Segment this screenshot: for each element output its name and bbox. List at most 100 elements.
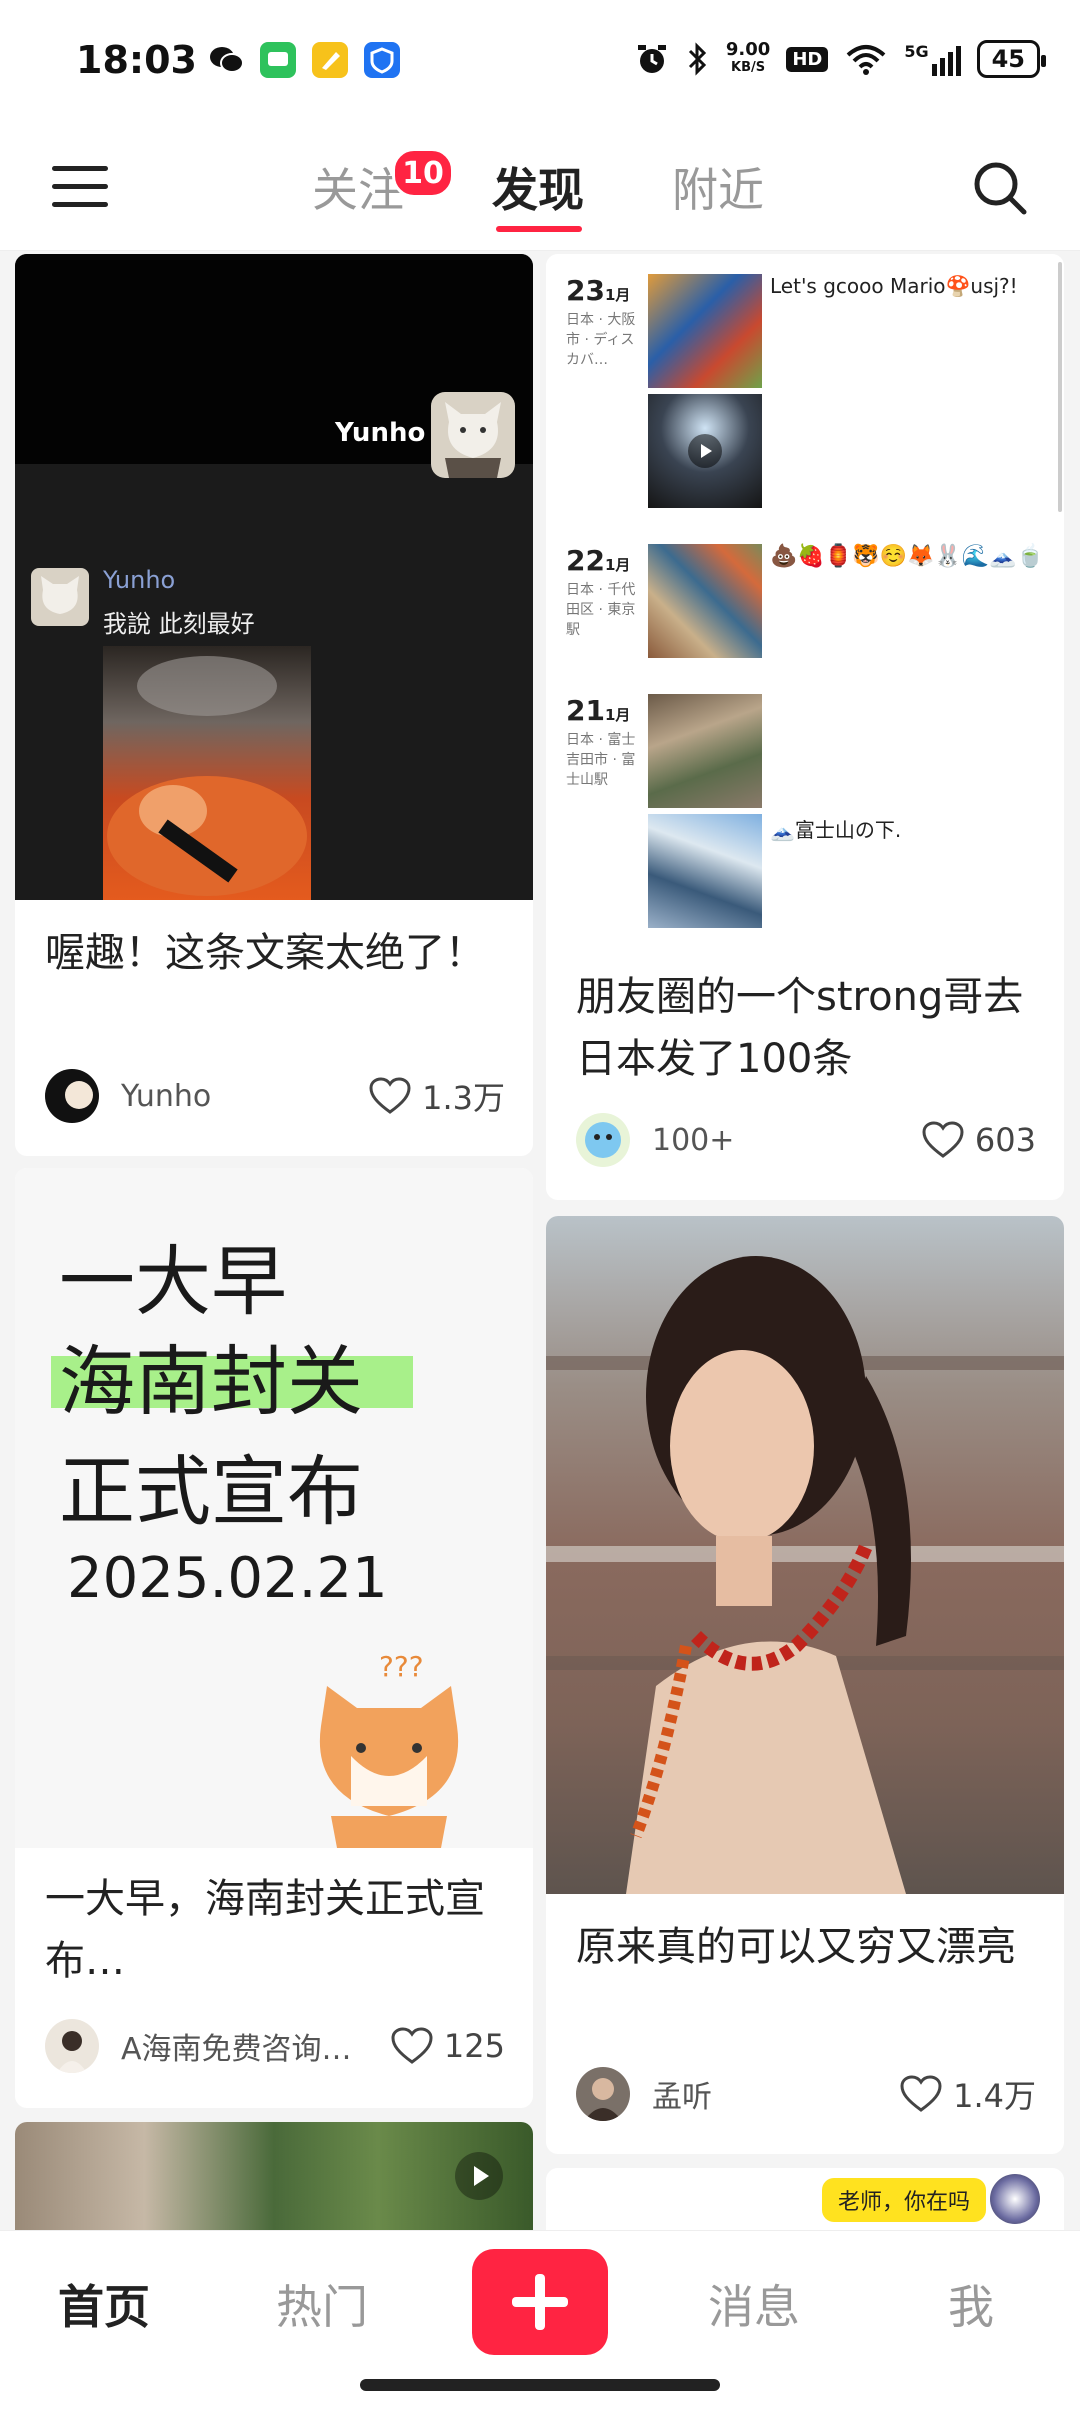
alarm-icon xyxy=(637,45,666,73)
card-image: 老师，你在吗 xyxy=(546,2168,1064,2230)
nav-messages[interactable]: 消息 xyxy=(708,2271,800,2337)
top-nav: 关注 10 发现 附近 xyxy=(0,118,1080,251)
author-row: A海南免费咨询… 125 xyxy=(45,2016,505,2076)
avatar-icon xyxy=(990,2174,1040,2224)
feed-card-6[interactable]: 老师，你在吗 xyxy=(546,2168,1064,2230)
speech-bubble: 老师，你在吗 xyxy=(822,2178,987,2222)
photo-grid xyxy=(648,814,762,928)
card-image xyxy=(15,2122,533,2230)
avatar[interactable] xyxy=(576,2067,630,2121)
feed-card-2[interactable]: 231月 日本 · 大阪市 · ディスカバ… Let's gcooo Mario… xyxy=(546,254,1064,1200)
card-image xyxy=(546,1216,1064,1894)
photo-grid xyxy=(648,694,762,808)
entry-month: 1月 xyxy=(604,286,631,304)
nav-trending[interactable]: 热门 xyxy=(276,2271,368,2337)
author-name[interactable]: 孟听 xyxy=(652,2072,899,2116)
bottom-nav: 首页 热门 消息 我 xyxy=(0,2230,1080,2413)
image-headline-1: 一大早 xyxy=(59,1237,287,1326)
avatar[interactable] xyxy=(576,1113,630,1167)
bluetooth-icon xyxy=(688,42,707,76)
food-photo xyxy=(103,646,311,900)
status-bar: 18:03 9.00 KB/S HD 5G 45 xyxy=(0,0,1080,118)
entry-location: 日本 · 大阪市 · ディスカバ… xyxy=(566,312,636,368)
feed-card-4[interactable]: 原来真的可以又穷又漂亮 孟听 1.4万 xyxy=(546,1216,1064,2154)
entry-caption: 🗻富士山の下. xyxy=(770,818,902,842)
feed-card-3[interactable]: 一大早 海南封关 正式宣布 2025.02.21 ??? 一大早，海南封关正式宣… xyxy=(15,1168,533,2108)
video-thumb xyxy=(648,394,762,508)
like-button[interactable]: 1.4万 xyxy=(899,2071,1036,2117)
wifi-icon xyxy=(847,45,886,75)
status-icons: 9.00 KB/S HD 5G 45 xyxy=(634,34,1047,84)
like-button[interactable]: 603 xyxy=(921,1120,1036,1160)
menu-icon[interactable] xyxy=(52,166,108,208)
photo-grid xyxy=(648,544,762,658)
heart-icon xyxy=(391,2027,433,2064)
active-tab-indicator xyxy=(496,226,582,232)
like-count: 1.3万 xyxy=(422,1079,505,1117)
chat-name: Yunho xyxy=(103,566,176,594)
status-time: 18:03 xyxy=(76,38,197,82)
entry-day: 23 xyxy=(566,274,605,307)
svg-text:???: ??? xyxy=(379,1650,424,1683)
cat-avatar-icon xyxy=(431,392,515,478)
card-title: 喔趣！这条文案太绝了！ xyxy=(45,930,485,976)
card-title: 一大早，海南封关正式宣布… xyxy=(45,1876,485,1984)
entry-location: 日本 · 千代田区 · 東京駅 xyxy=(566,582,636,638)
like-count: 1.4万 xyxy=(953,2077,1036,2115)
card-title: 朋友圈的一个strong哥去日本发了100条 xyxy=(576,974,1024,1082)
author-name[interactable]: A海南免费咨询… xyxy=(121,2024,390,2068)
author-name[interactable]: Yunho xyxy=(121,1079,368,1114)
author-name[interactable]: 100+ xyxy=(652,1123,921,1158)
avatar[interactable] xyxy=(45,2019,99,2073)
hd-badge: HD xyxy=(786,46,829,72)
card-image: Yunho Yunho 我說 此刻最好 xyxy=(15,254,533,900)
tab-follow[interactable]: 关注 xyxy=(312,154,404,220)
nav-home[interactable]: 首页 xyxy=(58,2271,150,2337)
heart-icon xyxy=(900,2075,942,2112)
author-row: 孟听 1.4万 xyxy=(576,2064,1036,2124)
nav-me[interactable]: 我 xyxy=(948,2271,994,2337)
feed-card-5[interactable] xyxy=(15,2122,533,2230)
chat-text: 我說 此刻最好 xyxy=(103,610,255,638)
heart-icon xyxy=(922,1121,964,1158)
publish-plus-button[interactable] xyxy=(472,2249,608,2355)
avatar[interactable] xyxy=(45,1069,99,1123)
heart-icon xyxy=(369,1077,411,1114)
like-count: 125 xyxy=(443,2027,505,2065)
like-button[interactable]: 1.3万 xyxy=(368,1073,505,1119)
image-date: 2025.02.21 xyxy=(67,1546,388,1611)
author-row: Yunho 1.3万 xyxy=(45,1066,505,1126)
tab-discover[interactable]: 发现 xyxy=(492,154,584,220)
entry-location: 日本 · 富士吉田市 · 富士山駅 xyxy=(566,732,636,788)
search-icon[interactable] xyxy=(970,158,1030,218)
card-title: 原来真的可以又穷又漂亮 xyxy=(576,1924,1016,1970)
notes-app-icon xyxy=(312,42,348,78)
messages-app-icon xyxy=(260,42,296,78)
image-headline-3: 正式宣布 xyxy=(59,1447,363,1536)
overlay-name: Yunho xyxy=(335,418,426,448)
author-row: 100+ 603 xyxy=(576,1110,1036,1170)
photo-grid xyxy=(648,274,762,388)
security-app-icon xyxy=(364,42,400,78)
card-image: 231月 日本 · 大阪市 · ディスカバ… Let's gcooo Mario… xyxy=(546,254,1064,934)
entry-month: 1月 xyxy=(604,556,631,574)
scroll-thumb xyxy=(1058,262,1062,512)
play-icon xyxy=(688,434,722,468)
entry-day: 21 xyxy=(566,694,605,727)
image-headline-2: 海南封关 xyxy=(59,1337,363,1426)
wechat-icon xyxy=(208,42,244,78)
feed-card-1[interactable]: Yunho Yunho 我說 此刻最好 喔趣！这条文案太绝了！ Yunho 1.… xyxy=(15,254,533,1156)
network-speed: 9.00 KB/S xyxy=(725,39,771,76)
entry-caption: 💩🍓🏮🐯☺️🦊🐰🌊🗻🍵 xyxy=(770,544,1044,569)
tab-nearby[interactable]: 附近 xyxy=(672,154,764,220)
like-count: 603 xyxy=(974,1121,1036,1159)
like-button[interactable]: 125 xyxy=(390,2026,505,2066)
play-icon xyxy=(455,2152,503,2200)
entry-caption: Let's gcooo Mario🍄usj?! xyxy=(770,274,1018,298)
entry-month: 1月 xyxy=(604,706,631,724)
chat-avatar xyxy=(31,568,89,626)
home-indicator[interactable] xyxy=(360,2379,720,2391)
signal-icon: 5G xyxy=(904,42,961,76)
card-image: 一大早 海南封关 正式宣布 2025.02.21 ??? xyxy=(15,1168,533,1848)
battery-indicator: 45 xyxy=(976,40,1047,78)
